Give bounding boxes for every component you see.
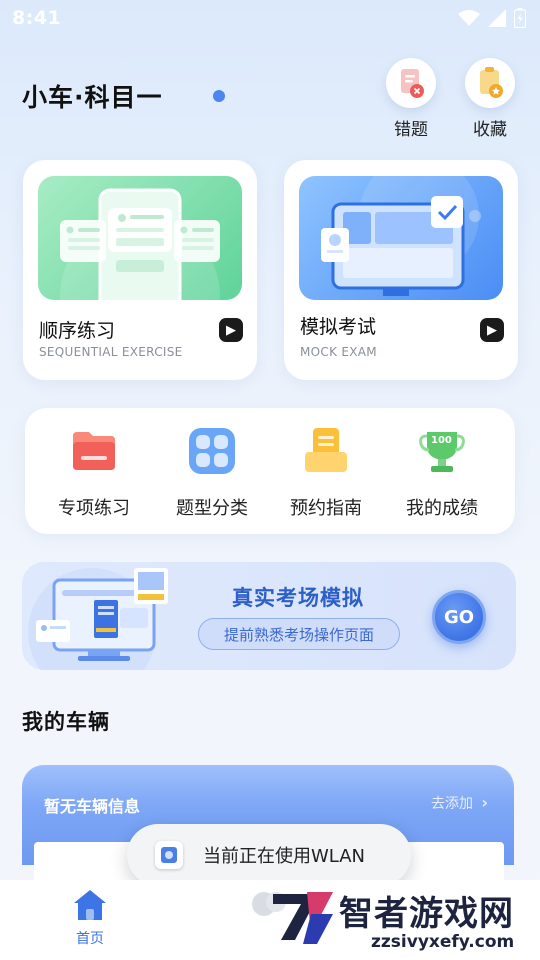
- wrong-questions-button[interactable]: 错题: [380, 58, 442, 140]
- quick-item-question-types[interactable]: 题型分类: [157, 426, 267, 520]
- mock-exam-illustration: [299, 176, 503, 300]
- banner-subtitle: 提前熟悉考场操作页面: [198, 618, 400, 650]
- exam-simulation-banner[interactable]: 真实考场模拟 提前熟悉考场操作页面 GO: [22, 562, 516, 670]
- watermark-brand: 智者游戏网: [339, 894, 514, 934]
- trophy-badge: 100: [431, 435, 452, 446]
- battery-icon: [514, 8, 526, 28]
- toast-message: 当前正在使用WLAN: [203, 846, 366, 867]
- quick-item-label: 预约指南: [290, 498, 362, 519]
- mock-exam-title: 模拟考试: [300, 316, 377, 338]
- add-vehicle-label: 去添加: [430, 796, 473, 812]
- mock-exam-card[interactable]: 模拟考试 MOCK EXAM ▶: [284, 160, 518, 380]
- title-dot: [213, 90, 225, 102]
- sequential-exercise-title: 顺序练习: [39, 320, 116, 342]
- nav-home-label: 首页: [76, 931, 104, 947]
- quick-item-label: 专项练习: [58, 498, 130, 519]
- home-icon: [74, 890, 106, 920]
- mock-exam-subtitle: MOCK EXAM: [300, 345, 377, 359]
- sequential-exercise-card[interactable]: 顺序练习 SEQUENTIAL EXERCISE ▶: [23, 160, 257, 380]
- watermark: 智者游戏网 zzsivyxefy.com: [255, 880, 540, 960]
- signal-icon: [488, 9, 506, 27]
- wifi-icon: [458, 10, 480, 26]
- chevron-right-icon[interactable]: ▶: [219, 318, 243, 342]
- grid-icon: [187, 426, 237, 476]
- watermark-logo: [273, 892, 333, 944]
- my-vehicles-title: 我的车辆: [22, 710, 110, 734]
- quick-menu: 专项练习 题型分类 预约指南 100 我的成绩: [25, 408, 515, 534]
- page-title: 小车·科目一: [22, 83, 163, 112]
- banner-title: 真实考场模拟: [232, 586, 364, 610]
- add-vehicle-link[interactable]: 去添加 ›: [431, 793, 488, 813]
- status-time: 8:41: [12, 7, 62, 29]
- sequential-exercise-illustration: [38, 176, 242, 300]
- wrong-questions-icon: [386, 58, 436, 108]
- go-button[interactable]: GO: [432, 590, 486, 644]
- quick-item-label: 题型分类: [176, 498, 248, 519]
- nav-home[interactable]: 首页: [62, 888, 118, 948]
- trophy-icon: 100: [417, 426, 467, 476]
- sequential-exercise-subtitle: SEQUENTIAL EXERCISE: [39, 345, 183, 359]
- favorites-icon: [465, 58, 515, 108]
- chevron-right-icon[interactable]: ▶: [480, 318, 504, 342]
- status-bar: 8:41: [0, 0, 540, 36]
- no-vehicle-text: 暂无车辆信息: [44, 797, 141, 816]
- chevron-right-icon: ›: [481, 793, 488, 812]
- wrong-questions-label: 错题: [394, 120, 428, 140]
- quick-item-special-practice[interactable]: 专项练习: [39, 426, 149, 520]
- watermark-url: zzsivyxefy.com: [371, 932, 515, 952]
- computer-illustration: [28, 568, 168, 670]
- quick-item-booking-guide[interactable]: 预约指南: [271, 426, 381, 520]
- quick-item-label: 我的成绩: [406, 498, 478, 519]
- quick-item-my-scores[interactable]: 100 我的成绩: [387, 426, 497, 520]
- folder-icon: [69, 426, 119, 476]
- app-icon: [155, 841, 183, 869]
- wlan-toast: 当前正在使用WLAN: [127, 824, 411, 886]
- status-icons: [458, 8, 526, 28]
- favorites-label: 收藏: [473, 120, 507, 140]
- clipboard-icon: [301, 426, 351, 476]
- favorites-button[interactable]: 收藏: [459, 58, 521, 140]
